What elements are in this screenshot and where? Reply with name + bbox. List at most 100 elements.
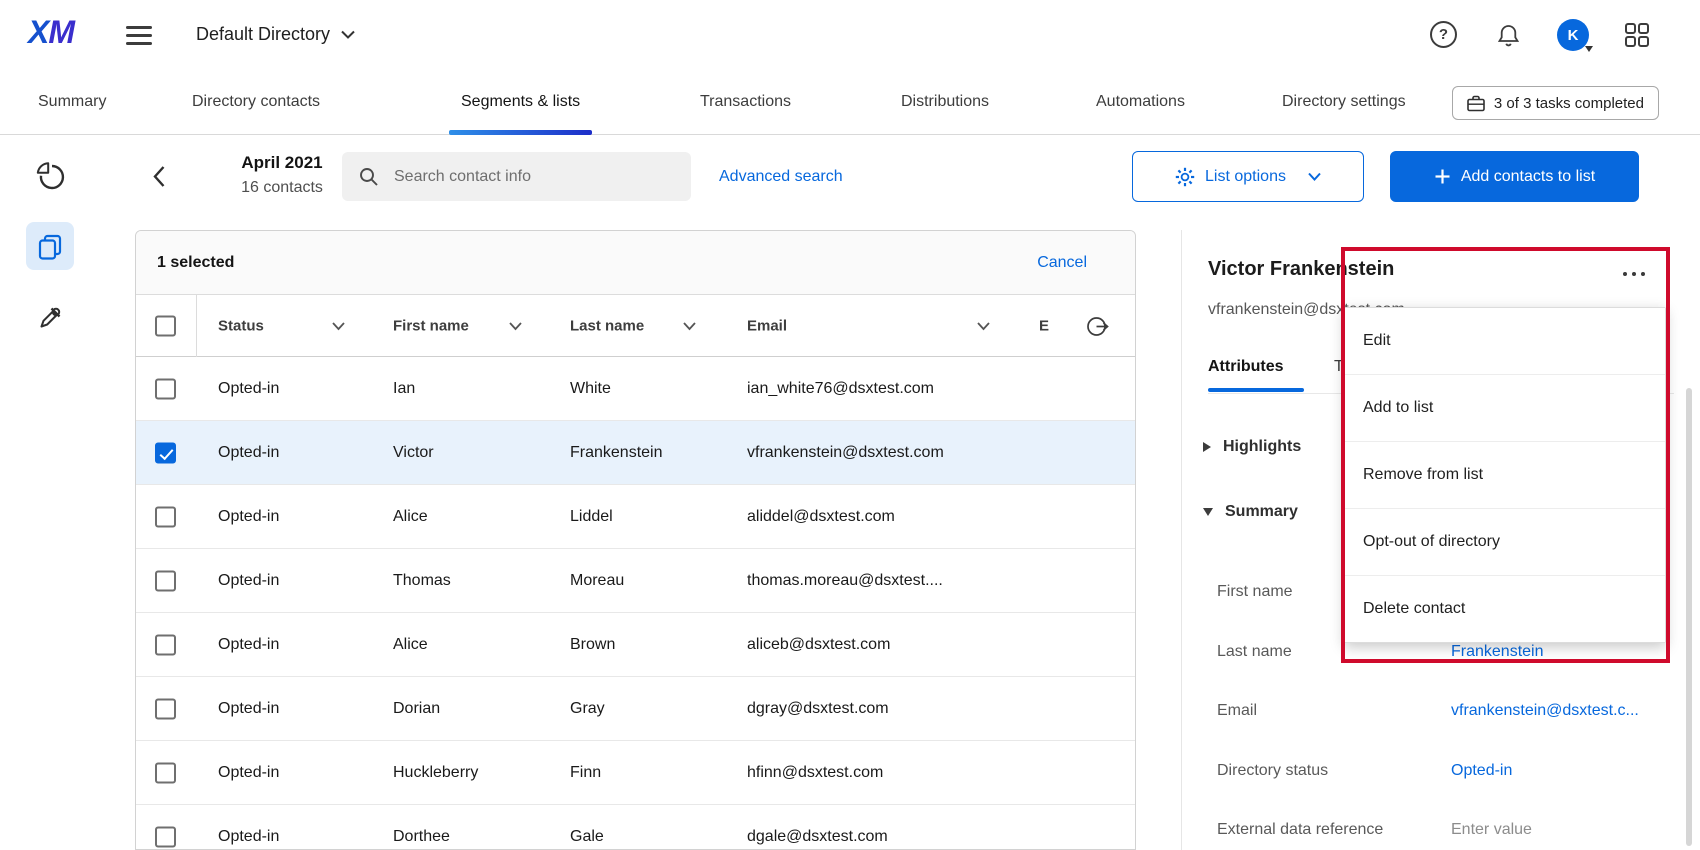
contacts-table: 1 selected Cancel Status First name Last… [135, 230, 1136, 850]
tab-directory-settings[interactable]: Directory settings [1270, 69, 1418, 134]
tab-label: Automations [1096, 93, 1185, 111]
export-contacts-button[interactable] [1085, 314, 1110, 344]
tab-label: Directory settings [1282, 93, 1406, 111]
cell-status: Opted-in [218, 700, 279, 718]
field-value[interactable]: Frankenstein [1451, 643, 1544, 661]
tasks-completed-label: 3 of 3 tasks completed [1494, 95, 1644, 112]
cell-first-name: Dorthee [393, 828, 450, 846]
row-checkbox[interactable] [155, 698, 176, 719]
field-row: Directory status Opted-in [1182, 762, 1700, 782]
tab-summary[interactable]: Summary [26, 69, 118, 134]
chevron-down-icon [1308, 172, 1321, 181]
list-name: April 2021 [226, 153, 338, 173]
bell-glyph [1497, 23, 1520, 48]
menu-item-opt-out[interactable]: Opt-out of directory [1345, 509, 1665, 576]
row-checkbox-checked[interactable] [155, 442, 176, 463]
tab-automations[interactable]: Automations [1084, 69, 1197, 134]
row-checkbox[interactable] [155, 634, 176, 655]
table-row[interactable]: Opted-in Alice Brown aliceb@dsxtest.com [136, 613, 1135, 677]
menu-item-delete-contact[interactable]: Delete contact [1345, 576, 1665, 642]
cell-first-name: Dorian [393, 700, 440, 718]
rail-lists-button[interactable] [26, 222, 74, 270]
panel-scrollbar[interactable] [1686, 388, 1692, 846]
table-row[interactable]: Opted-in Alice Liddel aliddel@dsxtest.co… [136, 485, 1135, 549]
field-value[interactable]: Opted-in [1451, 762, 1512, 780]
selection-count: 1 selected [157, 254, 234, 272]
cell-last-name: Liddel [570, 508, 613, 526]
help-icon[interactable]: ? [1430, 21, 1457, 48]
menu-item-add-to-list[interactable]: Add to list [1345, 375, 1665, 442]
cell-first-name: Ian [393, 380, 415, 398]
list-toolbar: April 2021 16 contacts Advanced search L… [100, 135, 1700, 230]
table-row[interactable]: Opted-in Thomas Moreau thomas.moreau@dsx… [136, 549, 1135, 613]
avatar-initial: K [1568, 27, 1579, 44]
contact-more-menu-button[interactable] [1619, 268, 1649, 280]
chevron-left-icon [152, 165, 166, 188]
field-value-placeholder[interactable]: Enter value [1451, 821, 1532, 839]
back-button[interactable] [152, 165, 166, 193]
field-value[interactable]: vfrankenstein@dsxtest.c... [1451, 702, 1639, 720]
advanced-search-link[interactable]: Advanced search [719, 168, 843, 186]
tab-attributes[interactable]: Attributes [1208, 358, 1284, 376]
plus-icon [1434, 168, 1451, 185]
cell-last-name: Moreau [570, 572, 624, 590]
row-checkbox[interactable] [155, 762, 176, 783]
add-contacts-button[interactable]: Add contacts to list [1390, 151, 1639, 202]
column-header-first-name[interactable]: First name [393, 317, 469, 334]
xm-logo[interactable]: XM [28, 14, 74, 51]
tab-segments-lists[interactable]: Segments & lists [449, 69, 592, 134]
tasks-completed-button[interactable]: 3 of 3 tasks completed [1452, 86, 1659, 120]
table-row[interactable]: Opted-in Ian White ian_white76@dsxtest.c… [136, 357, 1135, 421]
column-header-status[interactable]: Status [218, 317, 264, 334]
search-input[interactable] [342, 152, 691, 201]
logo-letter-m: M [48, 14, 74, 50]
row-checkbox[interactable] [155, 506, 176, 527]
row-checkbox[interactable] [155, 378, 176, 399]
field-label: Directory status [1217, 762, 1328, 780]
rail-tools-button[interactable] [26, 294, 74, 342]
tab-transactions[interactable]: Transactions [688, 69, 803, 134]
table-row-selected[interactable]: Opted-in Victor Frankenstein vfrankenste… [136, 421, 1135, 485]
highlights-section-toggle[interactable]: Highlights [1203, 438, 1301, 456]
gear-icon [1175, 167, 1195, 187]
column-header-last-name[interactable]: Last name [570, 317, 644, 334]
active-tab-underline [1208, 388, 1304, 392]
row-checkbox[interactable] [155, 826, 176, 847]
table-row[interactable]: Opted-in Huckleberry Finn hfinn@dsxtest.… [136, 741, 1135, 805]
directory-nav: Summary Directory contacts Segments & li… [0, 69, 1700, 135]
cancel-selection-link[interactable]: Cancel [1037, 254, 1087, 272]
cell-email: thomas.moreau@dsxtest.... [747, 572, 943, 590]
row-checkbox[interactable] [155, 570, 176, 591]
tab-truncated[interactable]: T [1334, 358, 1344, 376]
menu-item-remove-from-list[interactable]: Remove from list [1345, 442, 1665, 509]
status-sort-chevron-icon[interactable] [332, 321, 345, 330]
first-name-sort-chevron-icon[interactable] [509, 321, 522, 330]
last-name-sort-chevron-icon[interactable] [683, 321, 696, 330]
field-row: Last name Frankenstein [1182, 643, 1700, 663]
apps-grid-glyph [1624, 22, 1650, 48]
search-box [342, 152, 691, 201]
help-glyph: ? [1439, 26, 1448, 43]
column-header-email[interactable]: Email [747, 317, 787, 334]
table-row[interactable]: Opted-in Dorian Gray dgray@dsxtest.com [136, 677, 1135, 741]
menu-item-edit[interactable]: Edit [1345, 308, 1665, 375]
tab-directory-contacts[interactable]: Directory contacts [180, 69, 332, 134]
tab-distributions[interactable]: Distributions [889, 69, 1001, 134]
notifications-bell-icon[interactable] [1496, 22, 1520, 48]
rail-segments-button[interactable] [26, 152, 74, 200]
directory-selector[interactable]: Default Directory [196, 0, 355, 69]
field-row: Email vfrankenstein@dsxtest.c... [1182, 702, 1700, 722]
cell-status: Opted-in [218, 572, 279, 590]
list-options-button[interactable]: List options [1132, 151, 1364, 202]
contact-name: Victor Frankenstein [1208, 258, 1394, 281]
select-all-checkbox[interactable] [155, 315, 176, 336]
hamburger-menu-icon[interactable] [126, 26, 152, 45]
summary-label: Summary [1225, 503, 1298, 521]
column-header-truncated[interactable]: E [1039, 317, 1049, 334]
table-row[interactable]: Opted-in Dorthee Gale dgale@dsxtest.com [136, 805, 1135, 850]
email-sort-chevron-icon[interactable] [977, 321, 990, 330]
summary-section-toggle[interactable]: Summary [1203, 503, 1298, 521]
app-switcher-icon[interactable] [1624, 22, 1650, 48]
cell-last-name: Frankenstein [570, 444, 663, 462]
directory-selector-label: Default Directory [196, 24, 330, 45]
